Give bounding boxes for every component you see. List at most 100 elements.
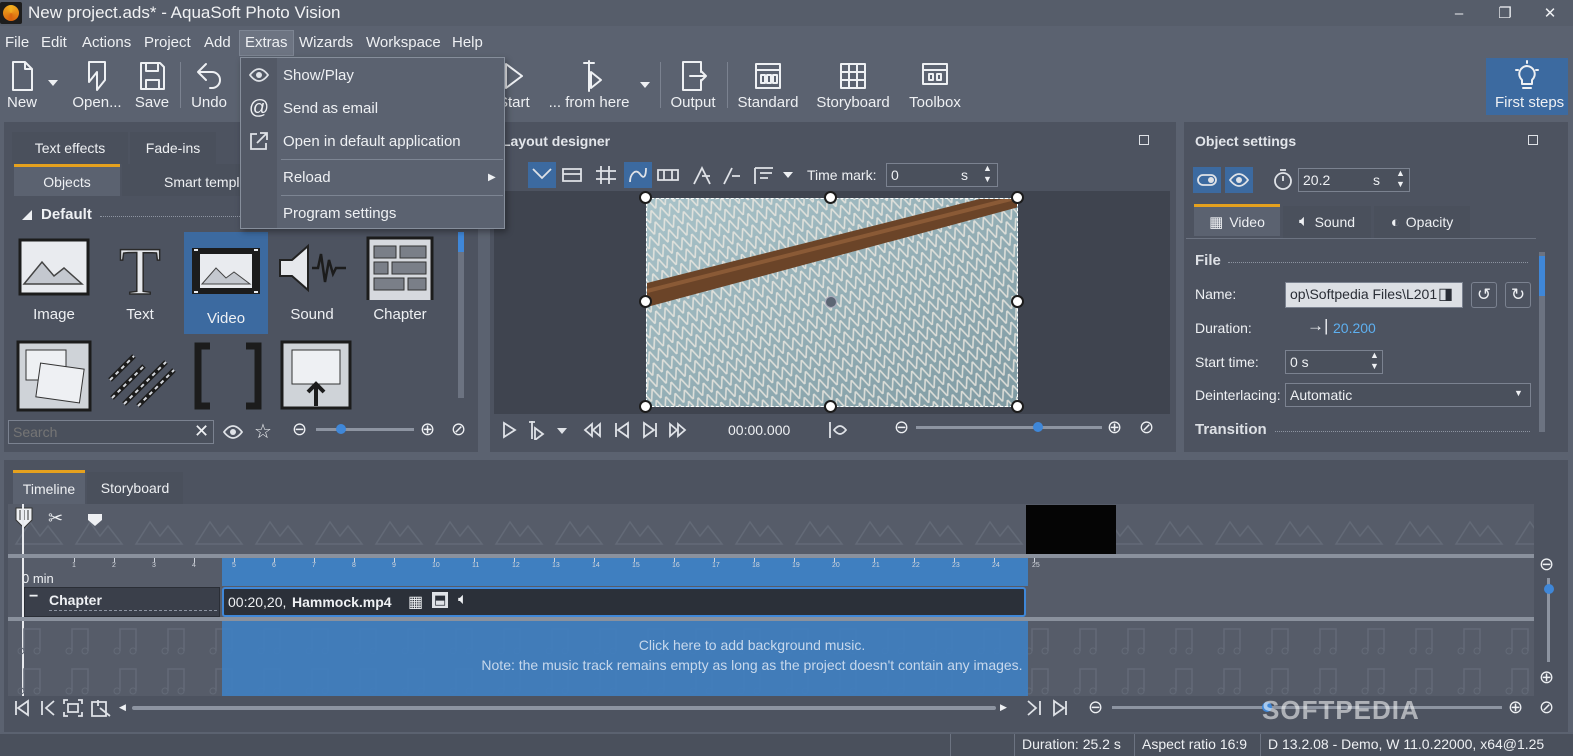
minimize-button[interactable]: – bbox=[1436, 0, 1482, 26]
scroll-to-playhead-icon[interactable] bbox=[90, 698, 112, 718]
object-image-upload[interactable] bbox=[278, 340, 356, 412]
track-zoom-out-icon[interactable]: ⊖ bbox=[1539, 554, 1554, 575]
grid-icon[interactable] bbox=[594, 164, 618, 186]
resize-handle-bottom-left[interactable] bbox=[639, 400, 652, 413]
preview-visibility-icon[interactable] bbox=[826, 420, 848, 440]
scroll-left-icon[interactable]: ◀ bbox=[119, 702, 126, 713]
settings-scroll-thumb[interactable] bbox=[1539, 256, 1545, 296]
center-anchor[interactable] bbox=[825, 296, 837, 308]
keyframe-add-icon[interactable] bbox=[690, 164, 714, 186]
fast-forward-icon[interactable] bbox=[668, 420, 688, 440]
play-from-here-icon[interactable] bbox=[526, 420, 546, 440]
preview-zoom-out-icon[interactable]: ⊖ bbox=[894, 417, 909, 438]
timeline-zoom-out-icon[interactable]: ⊖ bbox=[1088, 697, 1103, 718]
track-zoom-in-icon[interactable]: ⊕ bbox=[1539, 667, 1554, 688]
marker-icon[interactable] bbox=[86, 512, 104, 528]
resize-handle-top-right[interactable] bbox=[1011, 191, 1024, 204]
resize-handle-right[interactable] bbox=[1011, 295, 1024, 308]
browse-file-icon[interactable]: ◨ bbox=[1438, 284, 1453, 304]
timeline-scrollbar[interactable] bbox=[132, 706, 996, 710]
scroll-right-icon[interactable]: ▶ bbox=[1000, 702, 1007, 713]
align-icon[interactable] bbox=[560, 164, 584, 186]
save-button[interactable]: Save bbox=[134, 58, 170, 114]
keyframe-remove-icon[interactable] bbox=[720, 164, 744, 186]
thumbnail-size-handle[interactable] bbox=[336, 424, 346, 434]
preview-zoom-in-icon[interactable]: ⊕ bbox=[1107, 417, 1122, 438]
tab-opacity[interactable]: ◐ Opacity bbox=[1374, 206, 1470, 238]
eye-icon[interactable] bbox=[222, 422, 244, 442]
tab-objects[interactable]: Objects bbox=[14, 164, 120, 196]
maximize-panel-icon[interactable] bbox=[1528, 135, 1538, 145]
object-image[interactable]: Image bbox=[12, 236, 96, 332]
fit-frame-icon[interactable] bbox=[656, 164, 680, 186]
go-to-start-icon[interactable] bbox=[12, 698, 32, 718]
play-from-here-button[interactable]: ... from here bbox=[548, 58, 630, 114]
new-button[interactable]: New bbox=[4, 58, 40, 114]
object-chapter[interactable]: Chapter bbox=[358, 236, 442, 332]
menu-wizards[interactable]: Wizards bbox=[299, 34, 353, 51]
resize-handle-left[interactable] bbox=[639, 295, 652, 308]
black-frame-thumbnail[interactable] bbox=[1026, 505, 1116, 554]
track-height-handle[interactable] bbox=[1544, 584, 1554, 594]
from-here-dropdown-arrow-icon[interactable] bbox=[640, 82, 650, 88]
video-clip-hammock[interactable]: 00:20,20, Hammock.mp4 ▦ ⬒ 🔈︎ bbox=[222, 587, 1026, 617]
tab-video[interactable]: ▦ Video bbox=[1194, 204, 1280, 236]
collapse-triangle-icon[interactable] bbox=[22, 210, 32, 220]
restore-button[interactable]: ❐ bbox=[1482, 0, 1528, 26]
menu-workspace[interactable]: Workspace bbox=[366, 34, 441, 51]
standard-workspace-button[interactable]: Standard bbox=[736, 58, 800, 114]
display-options-dropdown-icon[interactable] bbox=[783, 172, 793, 178]
new-dropdown-arrow-icon[interactable] bbox=[48, 80, 58, 86]
display-options-icon[interactable] bbox=[752, 164, 776, 186]
menu-item-program-settings[interactable]: Program settings bbox=[241, 197, 504, 229]
menu-item-reload[interactable]: Reload ▶ bbox=[241, 161, 504, 193]
deinterlacing-select[interactable]: Automatic ▼ bbox=[1285, 383, 1531, 407]
menu-extras[interactable]: Extras bbox=[239, 30, 294, 56]
fit-to-view-icon[interactable] bbox=[62, 698, 84, 718]
toolbox-scrollbar[interactable] bbox=[458, 232, 464, 398]
maximize-panel-icon[interactable] bbox=[1139, 135, 1149, 145]
preview-zoom-slider[interactable] bbox=[916, 426, 1102, 429]
open-button[interactable]: Open... bbox=[72, 58, 122, 114]
resize-handle-bottom[interactable] bbox=[824, 400, 837, 413]
duration-link[interactable]: 20.200 bbox=[1333, 320, 1376, 336]
resize-handle-top[interactable] bbox=[824, 191, 837, 204]
previous-frame-icon[interactable] bbox=[612, 420, 632, 440]
cut-scissors-icon[interactable]: ✂ bbox=[48, 508, 63, 529]
object-collage[interactable] bbox=[16, 340, 94, 412]
next-frame-icon[interactable] bbox=[640, 420, 660, 440]
chapter-block[interactable]: − Chapter bbox=[24, 587, 220, 617]
object-sound[interactable]: Sound bbox=[270, 236, 354, 332]
toolbox-workspace-button[interactable]: Toolbox bbox=[904, 58, 966, 114]
preview-zoom-fit-icon[interactable]: ⊘ bbox=[1139, 417, 1154, 438]
tab-text-effects[interactable]: Text effects bbox=[12, 132, 128, 164]
tab-sound[interactable]: 🔈︎ Sound bbox=[1283, 206, 1371, 238]
output-button[interactable]: Output bbox=[668, 58, 718, 114]
rotate-left-button[interactable]: ↺ bbox=[1471, 282, 1497, 308]
menu-item-send-email[interactable]: @ Send as email bbox=[241, 92, 504, 124]
object-duration-input[interactable]: 20.2 s ▲ ▼ bbox=[1298, 168, 1410, 192]
tab-timeline[interactable]: Timeline bbox=[13, 470, 85, 504]
object-placeholder[interactable] bbox=[190, 340, 268, 412]
zoom-fit-icon[interactable]: ⊘ bbox=[451, 419, 466, 440]
menu-project[interactable]: Project bbox=[144, 34, 191, 51]
toolbox-scroll-thumb[interactable] bbox=[458, 232, 464, 252]
menu-item-open-default-app[interactable]: Open in default application bbox=[241, 125, 504, 157]
collapse-chapter-icon[interactable]: − bbox=[29, 588, 38, 606]
timeline-zoom-fit-icon[interactable]: ⊘ bbox=[1539, 697, 1554, 718]
favorite-star-icon[interactable]: ☆ bbox=[254, 419, 272, 444]
undo-button[interactable]: Undo bbox=[188, 58, 230, 114]
tab-storyboard[interactable]: Storyboard bbox=[87, 472, 183, 504]
menu-actions[interactable]: Actions bbox=[82, 34, 131, 51]
timeline-zoom-in-icon[interactable]: ⊕ bbox=[1508, 697, 1523, 718]
file-name-input[interactable]: op\Softpedia Files\L201 bbox=[1285, 282, 1463, 308]
menu-file[interactable]: File bbox=[5, 34, 29, 51]
object-particles[interactable] bbox=[104, 340, 182, 412]
menu-add[interactable]: Add bbox=[204, 34, 231, 51]
rotate-right-button[interactable]: ↻ bbox=[1505, 282, 1531, 308]
object-video[interactable]: Video bbox=[184, 232, 268, 334]
playhead-marker-icon[interactable] bbox=[14, 506, 34, 530]
first-steps-button[interactable]: First steps bbox=[1486, 58, 1568, 115]
preview-zoom-handle[interactable] bbox=[1033, 422, 1043, 432]
search-input[interactable] bbox=[8, 420, 214, 444]
